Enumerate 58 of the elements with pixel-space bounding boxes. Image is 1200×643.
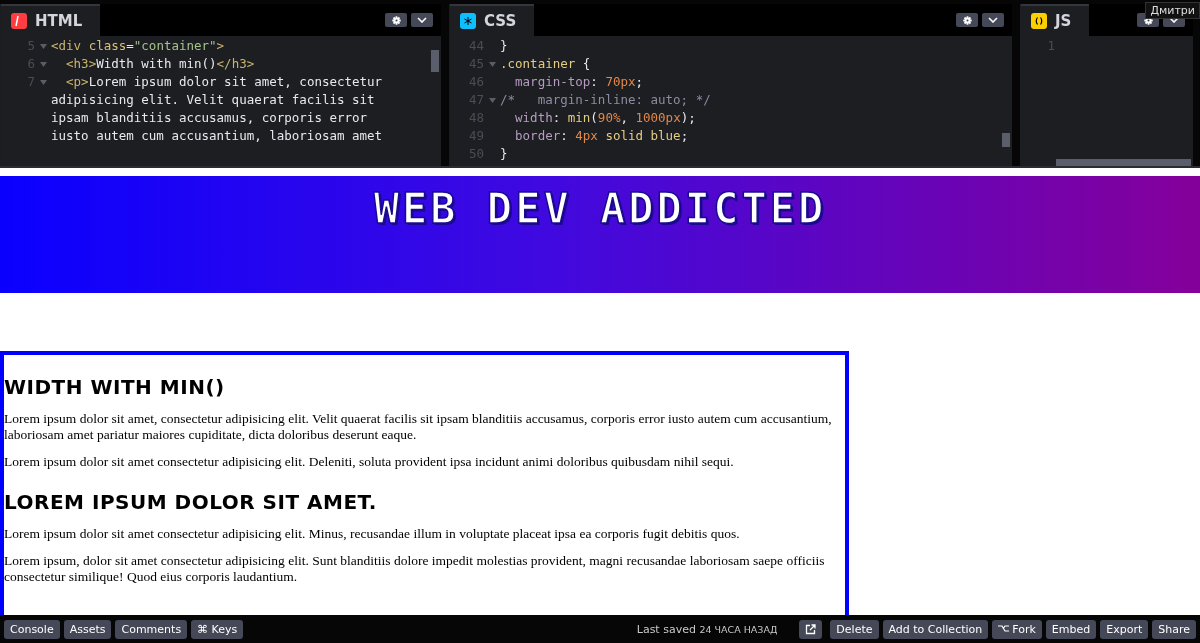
chevron-down-icon [417, 17, 427, 23]
scrollbar[interactable] [431, 50, 439, 72]
fork-icon [998, 625, 1010, 633]
chevron-down-icon [988, 17, 998, 23]
slash-icon [11, 13, 27, 29]
chevron-down-icon [1169, 17, 1179, 23]
footer-button[interactable]: Console [4, 619, 60, 639]
fold-caret-icon[interactable] [39, 43, 47, 49]
code-line: } [500, 37, 508, 55]
settings-icon [962, 15, 972, 25]
code-line: } [500, 145, 508, 163]
fold-caret-icon[interactable] [39, 79, 47, 85]
footer-button[interactable]: Assets [63, 619, 112, 639]
code-line: <p>Lorem ipsum dolor sit amet, consectetur [65, 73, 383, 91]
paragraph: Lorem ipsum dolor sit amet, consectetur adipisicing elit. Velit quaerat facilis sit ipsam blanditiis accusamus, corporis error iusto autem cum accusantium, laboriosam amet pariatur maiores cupiditate, dicta doloribus deserunt eaque. [4, 411, 833, 443]
fold-caret-icon[interactable] [488, 97, 496, 103]
code-line: adipisicing elit. Velit quaerat facilis sit [51, 91, 375, 109]
editor-tab[interactable]: CSS [450, 4, 535, 36]
scrollbar[interactable] [1056, 159, 1191, 166]
footer-button[interactable]: Comments [115, 619, 188, 639]
code-line: iusto autem cum accusantium, laboriosam amet [51, 127, 383, 145]
code-line: /* margin-inline: auto; */ [500, 91, 711, 109]
code-line: margin-top: 70px; [514, 73, 643, 91]
scrollbar[interactable] [1002, 133, 1010, 147]
code-line: <div class="container"> [51, 37, 225, 55]
tooltip: Дмитри [1145, 2, 1200, 19]
settings-icon [391, 15, 401, 25]
settings-button[interactable] [385, 13, 407, 27]
paragraph: Lorem ipsum dolor sit amet consectetur adipisicing elit. Deleniti, soluta provident ipsa incidunt animi doloribus quibusdam nihil sequi. [4, 454, 735, 470]
fold-caret-icon[interactable] [39, 61, 47, 67]
code-line: width: min(90%, 1000px); [514, 109, 696, 127]
footer-button[interactable]: Add to Collection [882, 619, 989, 639]
external-link-icon [805, 623, 817, 635]
code-line: <h3>Width with min()</h3> [65, 55, 255, 73]
footer-button[interactable]: Export [1100, 619, 1149, 639]
banner-title: WEB DEV ADDICTED [373, 184, 827, 233]
section-heading: LOREM IPSUM DOLOR SIT AMET. [4, 490, 378, 514]
editor-tab[interactable]: JS [1021, 4, 1090, 36]
footer-button[interactable]: Share [1152, 619, 1196, 639]
asterisk-icon [460, 13, 476, 29]
code-line: ipsam blanditiis accusamus, corporis error [51, 109, 368, 127]
footer-button[interactable]: Delete [830, 619, 879, 639]
section-heading: WIDTH WITH MIN() [4, 375, 226, 399]
collapse-button[interactable] [982, 13, 1004, 27]
footer-button[interactable]: Embed [1045, 619, 1097, 639]
fork-button[interactable]: Fork [992, 619, 1042, 639]
code-line: border: 4px solid blue; [514, 127, 689, 145]
paragraph: Lorem ipsum, dolor sit amet consectetur adipisicing elit. Sunt blanditiis dolore impedit molestias provident, magni recusandae laboriosam saepe officiis consectetur similique! Quod eius corporis laudantium. [4, 553, 826, 585]
paragraph: Lorem ipsum dolor sit amet consectetur adipisicing elit. Minus, recusandae illum in voluptate placeat ipsa ea corporis fugit debitis quos. [4, 526, 741, 542]
collapse-button[interactable] [411, 13, 433, 27]
settings-button[interactable] [956, 13, 978, 27]
editor-tab[interactable]: HTML [1, 4, 101, 36]
footer-button[interactable]: ⌘ Keys [191, 619, 244, 639]
open-external-button[interactable] [799, 619, 823, 639]
code-line: .container { [500, 55, 591, 73]
fold-caret-icon[interactable] [488, 61, 496, 67]
braces-icon [1031, 13, 1047, 29]
last-saved-text: Last saved 24 ЧАСА НАЗАД [636, 622, 778, 636]
